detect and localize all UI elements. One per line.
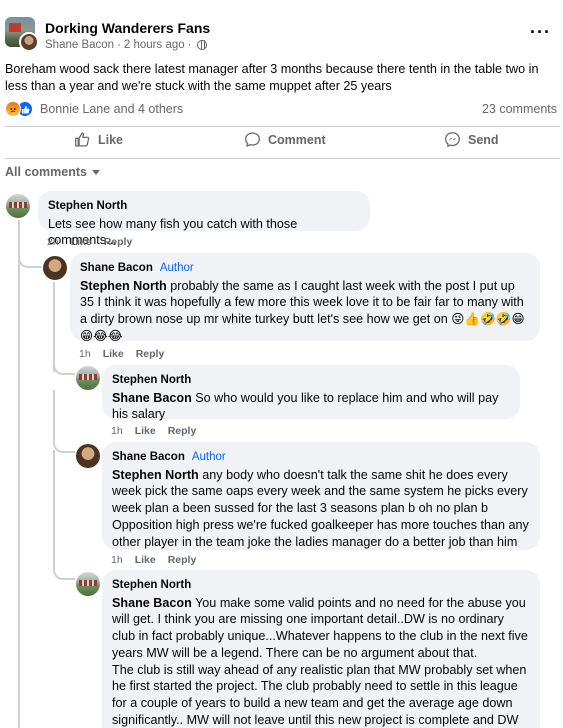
commenter-avatar[interactable] [76,444,100,468]
thread-connector [53,390,75,453]
comment-button[interactable]: Comment [244,131,326,148]
comment-meta: 1h Like Reply [79,348,164,360]
globe-icon [196,40,207,50]
comment-mention[interactable]: Stephen North [80,279,167,293]
author-badge: Author [159,262,194,274]
flag-icon [9,23,21,32]
send-button[interactable]: Send [444,131,499,148]
reaction-icons[interactable] [5,101,33,117]
angry-icon [5,101,21,117]
group-name[interactable]: Dorking Wanderers Fans [45,20,210,36]
thread-connector [53,450,75,580]
comments-filter[interactable]: All comments [5,165,100,179]
comment-bubble: Shane Bacon Author Stephen North probabl… [70,253,540,343]
comment-bubble: Stephen North Shane Bacon You make some … [102,570,540,728]
comment-bubble: Stephen North Shane Bacon So who would y… [102,365,520,421]
comment-reply-button[interactable]: Reply [168,425,197,437]
comment-mention[interactable]: Stephen North [112,468,199,482]
comment-mention[interactable]: Shane Bacon [112,391,192,405]
comment-text: Stephen North probably the same as I cau… [80,278,530,328]
divider [5,126,560,127]
comment-time[interactable]: 1h [79,348,91,360]
comment-like-button[interactable]: Like [135,425,156,437]
thread-line [18,260,20,728]
post-time[interactable]: 2 hours ago [124,39,185,51]
comments-filter-label: All comments [5,165,87,179]
post-actions: Like Comment Send [0,131,563,157]
post-header: Dorking Wanderers Fans Shane Bacon · 2 h… [0,14,563,56]
thread-connector [53,355,75,375]
comment-author[interactable]: Stephen North [112,577,191,594]
reactions-names[interactable]: Bonnie Lane and 4 others [40,102,183,116]
comment-text-continued: The club is still way ahead of any reali… [112,662,527,727]
comment-author-row: Stephen North [112,372,510,389]
like-label: Like [98,132,124,147]
commenter-avatar[interactable] [6,194,30,218]
commenter-avatar[interactable] [43,256,67,280]
comment-bubble: Stephen North Lets see how many fish you… [38,191,370,247]
post-text: Boreham wood sack there latest manager a… [5,62,539,93]
messenger-icon [445,132,460,148]
comment-meta: 2h Like Reply [47,236,132,248]
comment-text: Shane Bacon So who would you like to rep… [112,390,510,423]
thread-connector [18,240,42,268]
comment-reply-button[interactable]: Reply [136,348,165,360]
like-button[interactable]: Like [74,131,123,148]
comment-author[interactable]: Shane Bacon [80,260,153,277]
divider [5,158,560,159]
comment-icon [245,132,260,147]
meta-separator: · [187,39,192,51]
comment-meta: 1h Like Reply [111,554,196,566]
comment-author[interactable]: Stephen North [48,198,127,215]
comment-like-button[interactable]: Like [103,348,124,360]
comment-text: Shane Bacon You make some valid points a… [112,595,530,662]
comment-like-button[interactable]: Like [71,236,92,248]
send-label: Send [468,132,499,147]
comment-bubble: Shane Bacon Author Stephen North any bod… [102,442,540,550]
caret-down-icon [91,169,100,175]
comment-time[interactable]: 2h [47,236,59,248]
author-badge: Author [191,451,226,463]
comment-reply-button[interactable]: Reply [168,554,197,566]
comment-author-row: Stephen North [112,577,530,594]
post-author[interactable]: Shane Bacon [45,39,114,51]
comment-time[interactable]: 1h [111,554,123,566]
commenter-avatar[interactable] [76,572,100,596]
comment-author-row: Shane Bacon Author [80,260,530,277]
post-meta: Shane Bacon · 2 hours ago · [45,39,207,51]
meta-separator: · [117,39,121,51]
commenter-avatar[interactable] [76,366,100,390]
more-options-button[interactable]: ··· [530,22,551,43]
comment-like-button[interactable]: Like [135,554,156,566]
comment-author[interactable]: Shane Bacon [112,449,185,466]
comment-label: Comment [268,132,326,147]
comment-count[interactable]: 23 comments [482,102,557,116]
comment-emoji-line: 😁😂😂 [80,328,123,343]
reactions-row: Bonnie Lane and 4 others 23 comments [0,100,563,120]
comment-reply-button[interactable]: Reply [104,236,133,248]
comment-author-row: Stephen North [48,198,360,215]
comment-time[interactable]: 1h [111,425,123,437]
comment-mention[interactable]: Shane Bacon [112,596,192,610]
comment-meta: 1h Like Reply [111,425,196,437]
comment-author-row: Shane Bacon Author [112,449,530,466]
comment-author[interactable]: Stephen North [112,372,191,389]
thumbs-up-icon [75,132,90,147]
comment-text: Stephen North any body who doesn't talk … [112,467,530,551]
author-avatar[interactable] [19,32,39,52]
